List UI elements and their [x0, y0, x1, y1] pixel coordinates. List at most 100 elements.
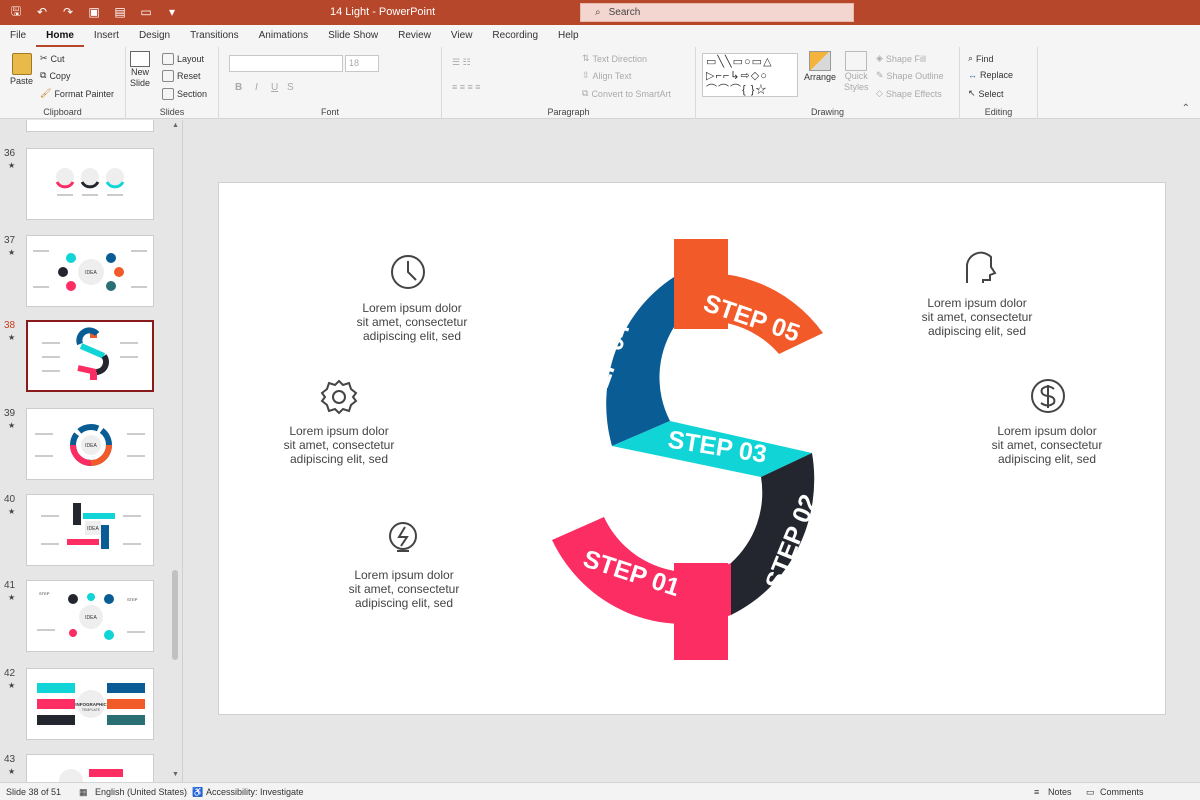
- shape-effects-button[interactable]: ◇ Shape Effects: [876, 88, 942, 99]
- reset-button[interactable]: Reset: [162, 70, 201, 82]
- thumbnail-image[interactable]: INFOGRAPHIC TEMPLATE: [26, 668, 154, 740]
- underline-button[interactable]: U: [271, 82, 278, 93]
- shapes-gallery[interactable]: ▭╲╲▭○▭△ ▷⌐⌐↳⇨◇○ ⌒⌒⌒{ }☆: [702, 53, 798, 97]
- layout-icon: [162, 53, 174, 65]
- thumbnail-number: 40: [4, 494, 16, 505]
- thumbnail-36[interactable]: 36 ★: [0, 148, 170, 220]
- layout-label: Layout: [177, 54, 205, 64]
- comments-button[interactable]: Comments: [1100, 787, 1144, 797]
- thumbnail-42[interactable]: 42 ★ INFOGRAPHIC TEMPLATE: [0, 668, 170, 740]
- section-button[interactable]: Section: [162, 88, 207, 100]
- text-line: Lorem ipsum dolor: [362, 301, 462, 315]
- thumbnail-image-selected[interactable]: [26, 320, 154, 392]
- shape-color-icon[interactable]: ▭: [138, 4, 154, 20]
- select-button[interactable]: ↖ Select: [968, 88, 1004, 99]
- thumbnail-43[interactable]: 43 ★: [0, 754, 170, 782]
- arrange-button[interactable]: Arrange: [804, 51, 836, 82]
- quick-styles-button[interactable]: Quick Styles: [844, 51, 869, 93]
- tab-help[interactable]: Help: [548, 25, 589, 47]
- tab-animations[interactable]: Animations: [249, 25, 318, 47]
- thumbnail-39[interactable]: 39 ★ IDEA: [0, 408, 170, 480]
- tab-file[interactable]: File: [0, 25, 36, 47]
- tab-transitions[interactable]: Transitions: [180, 25, 249, 47]
- layout-button[interactable]: Layout: [162, 53, 204, 65]
- thumbnail-38[interactable]: 38 ★: [0, 320, 170, 392]
- save-icon[interactable]: 🖫: [8, 4, 24, 20]
- slide-canvas[interactable]: STEP 05 STEP 04 STEP 03 STEP 02 STEP 01 …: [218, 182, 1166, 715]
- customize-qat-icon[interactable]: ▾: [164, 4, 180, 20]
- start-slideshow-icon[interactable]: ▤: [112, 4, 128, 20]
- scroll-up-icon[interactable]: ▲: [172, 122, 179, 129]
- tab-insert[interactable]: Insert: [84, 25, 129, 47]
- language-status[interactable]: English (United States): [95, 787, 187, 797]
- partial-thumbnail[interactable]: [26, 120, 154, 132]
- slide-counter: Slide 38 of 51: [6, 787, 62, 797]
- notes-button[interactable]: Notes: [1048, 787, 1072, 797]
- clock-icon: [391, 255, 425, 289]
- copy-button[interactable]: ⧉ Copy: [40, 70, 70, 81]
- scroll-down-icon[interactable]: ▼: [172, 771, 179, 778]
- cut-button[interactable]: ✂ Cut: [40, 53, 65, 64]
- thumbnail-41[interactable]: 41 ★ IDEA STEP STEP: [0, 580, 170, 652]
- redo-icon[interactable]: ↷: [60, 4, 76, 20]
- tab-slide-show[interactable]: Slide Show: [318, 25, 388, 47]
- new-slide-button[interactable]: New Slide: [130, 51, 150, 89]
- tab-design[interactable]: Design: [129, 25, 180, 47]
- convert-smartart-button[interactable]: ⧉ Convert to SmartArt: [582, 88, 671, 99]
- tab-recording[interactable]: Recording: [482, 25, 548, 47]
- tab-view[interactable]: View: [441, 25, 483, 47]
- thumbnail-scrollbar[interactable]: [171, 120, 179, 780]
- shape-outline-label: Shape Outline: [886, 70, 944, 81]
- thumbnail-image[interactable]: IDEA: [26, 408, 154, 480]
- text-block-top-right[interactable]: Lorem ipsum dolor sit amet, consectetur …: [892, 296, 1062, 338]
- align-text-button[interactable]: ⇳ Align Text: [582, 70, 631, 81]
- text-line: sit amet, consectetur: [283, 438, 395, 452]
- thumbnail-graphic: IDEA STEP STEP: [37, 591, 145, 640]
- thumbnail-image[interactable]: IDEA STEP STEP: [26, 580, 154, 652]
- thumbnail-image[interactable]: IDEA: [26, 235, 154, 307]
- shapes-gallery-icons: ▭╲╲▭○▭△ ▷⌐⌐↳⇨◇○ ⌒⌒⌒{ }☆: [706, 56, 773, 96]
- thumbnail-image[interactable]: [26, 148, 154, 220]
- bullets-button[interactable]: ☰ ☷: [452, 57, 471, 68]
- align-buttons[interactable]: ≡ ≡ ≡ ≡: [452, 82, 481, 92]
- font-name-box[interactable]: [229, 55, 343, 72]
- new-slide-label: New: [131, 67, 150, 77]
- format-painter-button[interactable]: 🖌 Format Painter: [40, 88, 114, 99]
- accessibility-status[interactable]: Accessibility: Investigate: [206, 787, 304, 797]
- text-block-top-left[interactable]: Lorem ipsum dolor sit amet, consectetur …: [327, 301, 497, 343]
- text-block-middle-right[interactable]: Lorem ipsum dolor sit amet, consectetur …: [962, 424, 1132, 466]
- tab-home[interactable]: Home: [36, 25, 84, 47]
- italic-button[interactable]: I: [255, 82, 258, 93]
- shape-effects-label: Shape Effects: [885, 88, 942, 99]
- replace-button[interactable]: ↔ Replace: [968, 70, 1013, 80]
- bold-button[interactable]: B: [235, 82, 242, 93]
- section-icon: [162, 88, 174, 100]
- present-icon[interactable]: ▣: [86, 4, 102, 20]
- proofing-icon[interactable]: ▦: [79, 787, 88, 798]
- find-button[interactable]: ⌕ Find: [968, 53, 994, 64]
- paste-button[interactable]: Paste: [10, 53, 33, 86]
- strikethrough-button[interactable]: S: [287, 82, 294, 93]
- copy-icon: ⧉: [40, 70, 47, 80]
- thumbnail-image[interactable]: IDEA: [26, 494, 154, 566]
- undo-icon[interactable]: ↶: [34, 4, 50, 20]
- thumbnail-image[interactable]: [26, 754, 154, 782]
- search-box[interactable]: ⌕ Search: [580, 3, 854, 22]
- clipboard-group: Paste ✂ Cut ⧉ Copy 🖌 Format Painter Clipboa…: [0, 47, 126, 119]
- text-block-middle-left[interactable]: Lorem ipsum dolor sit amet, consectetur …: [254, 424, 424, 466]
- text-direction-button[interactable]: ⇅ Text Direction: [582, 53, 647, 64]
- text-line: Lorem ipsum dolor: [354, 568, 454, 582]
- thumbnail-number: 36: [4, 148, 16, 159]
- thumb-infographic-text: INFOGRAPHIC: [75, 702, 107, 707]
- font-size-box[interactable]: 18: [345, 55, 379, 72]
- shape-outline-button[interactable]: ✎ Shape Outline: [876, 70, 944, 81]
- new-slide-icon: [130, 51, 150, 67]
- thumbnail-37[interactable]: 37 ★ IDEA: [0, 235, 170, 307]
- text-block-bottom-left[interactable]: Lorem ipsum dolor sit amet, consectetur …: [319, 568, 489, 610]
- thumbnail-40[interactable]: 40 ★ IDEA: [0, 494, 170, 566]
- pointer-icon: ↖: [968, 88, 976, 98]
- tab-review[interactable]: Review: [388, 25, 441, 47]
- collapse-ribbon-icon[interactable]: ⌃: [1182, 103, 1190, 114]
- thumbnail-scrollbar-thumb[interactable]: [172, 570, 178, 660]
- shape-fill-button[interactable]: ◈ Shape Fill: [876, 53, 926, 64]
